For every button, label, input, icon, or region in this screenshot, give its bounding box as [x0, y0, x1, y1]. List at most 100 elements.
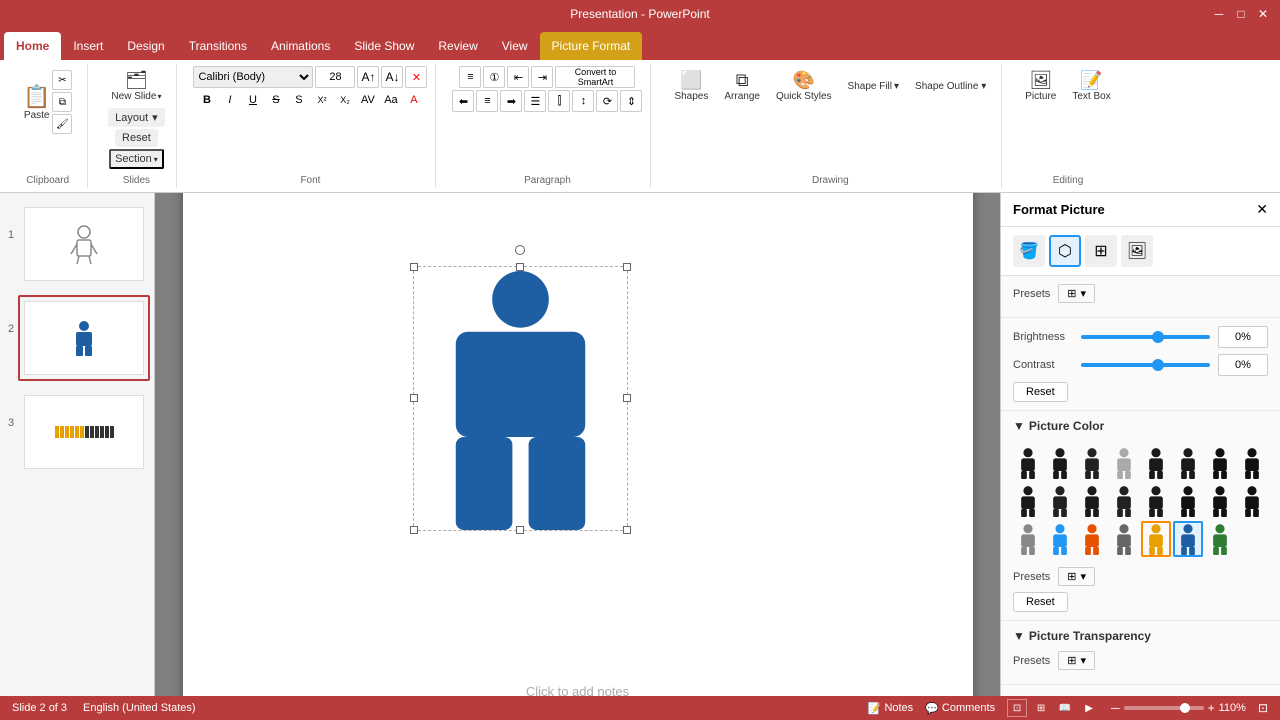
handle-top-left[interactable]	[410, 263, 418, 271]
handle-bottom-left[interactable]	[410, 526, 418, 534]
tab-picture-format[interactable]: Picture Format	[540, 32, 643, 60]
reading-view-button[interactable]: 📖	[1055, 699, 1075, 717]
slideshow-view-button[interactable]: ▶	[1079, 699, 1099, 717]
color-option-black-3[interactable]	[1077, 445, 1107, 481]
image-button[interactable]: 🖼	[1121, 235, 1153, 267]
maximize-button[interactable]: □	[1232, 5, 1250, 23]
slide-1-thumbnail[interactable]	[18, 201, 150, 287]
close-format-panel-button[interactable]: ✕	[1256, 201, 1268, 218]
section-button[interactable]: Section ▾	[109, 149, 164, 169]
char-spacing-button[interactable]: AV	[357, 90, 379, 110]
shape-fill-button[interactable]: Shape Fill ▾	[841, 77, 907, 96]
copy-button[interactable]: ⧉	[52, 92, 72, 112]
notes-button[interactable]: 📝 Notes	[868, 702, 913, 715]
color-option-gray2[interactable]	[1109, 521, 1139, 557]
fit-window-button[interactable]: ⊡	[1258, 701, 1268, 715]
arrange-button[interactable]: ⧉ Arrange	[717, 66, 767, 106]
fill-effects-button[interactable]: 🪣	[1013, 235, 1045, 267]
click-to-add-notes[interactable]: Click to add notes	[526, 684, 629, 697]
color-reset-button[interactable]: Reset	[1013, 592, 1068, 612]
slide-3-thumbnail[interactable]	[18, 389, 150, 475]
text-direction-button[interactable]: ⟳	[596, 90, 618, 112]
new-slide-dropdown[interactable]: ▾	[157, 92, 161, 101]
font-family-select[interactable]: Calibri (Body)	[193, 66, 313, 88]
underline-button[interactable]: U	[242, 90, 264, 110]
bullets-button[interactable]: ≡	[459, 66, 481, 88]
color-option-dark-blue[interactable]	[1173, 521, 1203, 557]
tab-home[interactable]: Home	[4, 32, 61, 60]
cut-button[interactable]: ✂	[52, 70, 72, 90]
smartart-convert-button[interactable]: Convert to SmartArt	[555, 66, 635, 88]
color-option-black-4[interactable]	[1141, 445, 1171, 481]
reset-button[interactable]: Reset	[115, 129, 158, 147]
color-presets-control[interactable]: ⊞ ▾	[1058, 567, 1095, 586]
increase-indent-button[interactable]: ⇥	[531, 66, 553, 88]
italic-button[interactable]: I	[219, 90, 241, 110]
bold-button[interactable]: B	[196, 90, 218, 110]
color-option-black-7[interactable]	[1237, 445, 1267, 481]
brightness-value-input[interactable]	[1218, 326, 1268, 348]
tab-design[interactable]: Design	[115, 32, 176, 60]
color-option-row2-8[interactable]	[1237, 483, 1267, 519]
justify-button[interactable]: ☰	[524, 90, 546, 112]
shapes-button[interactable]: ⬜ Shapes	[667, 66, 715, 106]
columns-button[interactable]: ⫿	[548, 90, 570, 112]
brightness-slider-thumb[interactable]	[1152, 331, 1164, 343]
shape-fill-dropdown[interactable]: ▾	[894, 81, 899, 92]
rotate-handle[interactable]	[515, 245, 525, 255]
superscript-button[interactable]: X²	[311, 90, 333, 110]
color-option-gray[interactable]	[1013, 521, 1043, 557]
change-case-button[interactable]: Aa	[380, 90, 402, 110]
align-text-button[interactable]: ⇕	[620, 90, 642, 112]
subscript-button[interactable]: X₂	[334, 90, 356, 110]
paste-button[interactable]: 📋 Paste ✂ ⧉ 🖌	[16, 66, 79, 138]
transparency-presets-control[interactable]: ⊞ ▾	[1058, 651, 1095, 670]
decrease-indent-button[interactable]: ⇤	[507, 66, 529, 88]
shadow-button[interactable]: S	[288, 90, 310, 110]
effects-button[interactable]: ⬡	[1049, 235, 1081, 267]
decrease-font-button[interactable]: A↓	[381, 66, 403, 88]
tab-view[interactable]: View	[490, 32, 540, 60]
color-option-row2-2[interactable]	[1045, 483, 1075, 519]
color-option-row2-5[interactable]	[1141, 483, 1171, 519]
figure-container[interactable]	[413, 266, 628, 531]
zoom-thumb[interactable]	[1180, 703, 1190, 713]
slide-2-thumbnail[interactable]	[18, 295, 150, 381]
zoom-in-button[interactable]: +	[1208, 701, 1215, 715]
color-option-row2-3[interactable]	[1077, 483, 1107, 519]
color-option-row2-7[interactable]	[1205, 483, 1235, 519]
color-option-black-2[interactable]	[1045, 445, 1075, 481]
contrast-slider-track[interactable]	[1081, 355, 1210, 375]
color-option-row2-1[interactable]	[1013, 483, 1043, 519]
crop-button[interactable]: ⊞	[1085, 235, 1117, 267]
color-option-row2-4[interactable]	[1109, 483, 1139, 519]
normal-view-button[interactable]: ⊡	[1007, 699, 1027, 717]
close-button[interactable]: ✕	[1254, 5, 1272, 23]
text-box-button[interactable]: 📝 Text Box	[1065, 66, 1117, 106]
brightness-slider-track[interactable]	[1081, 327, 1210, 347]
align-left-button[interactable]: ⬅	[452, 90, 474, 112]
format-painter-button[interactable]: 🖌	[52, 114, 72, 134]
font-color-button[interactable]: A	[403, 90, 425, 110]
numbering-button[interactable]: ①	[483, 66, 505, 88]
layout-button[interactable]: Layout ▾	[108, 108, 165, 127]
handle-top-center[interactable]	[516, 263, 524, 271]
clear-format-button[interactable]: ✕	[405, 66, 427, 88]
tab-review[interactable]: Review	[426, 32, 489, 60]
zoom-slider[interactable]	[1124, 706, 1204, 710]
handle-bottom-center[interactable]	[516, 526, 524, 534]
zoom-out-button[interactable]: ─	[1111, 701, 1120, 715]
handle-middle-right[interactable]	[623, 394, 631, 402]
font-size-input[interactable]	[315, 66, 355, 88]
tab-insert[interactable]: Insert	[61, 32, 115, 60]
picture-color-header[interactable]: ▼ Picture Color	[1013, 419, 1268, 433]
color-option-row2-6[interactable]	[1173, 483, 1203, 519]
color-option-black-1[interactable]	[1013, 445, 1043, 481]
comments-button[interactable]: 💬 Comments	[925, 702, 995, 715]
minimize-button[interactable]: ─	[1210, 5, 1228, 23]
color-option-green[interactable]	[1205, 521, 1235, 557]
brightness-contrast-reset-button[interactable]: Reset	[1013, 382, 1068, 402]
handle-top-right[interactable]	[623, 263, 631, 271]
increase-font-button[interactable]: A↑	[357, 66, 379, 88]
tab-animations[interactable]: Animations	[259, 32, 342, 60]
